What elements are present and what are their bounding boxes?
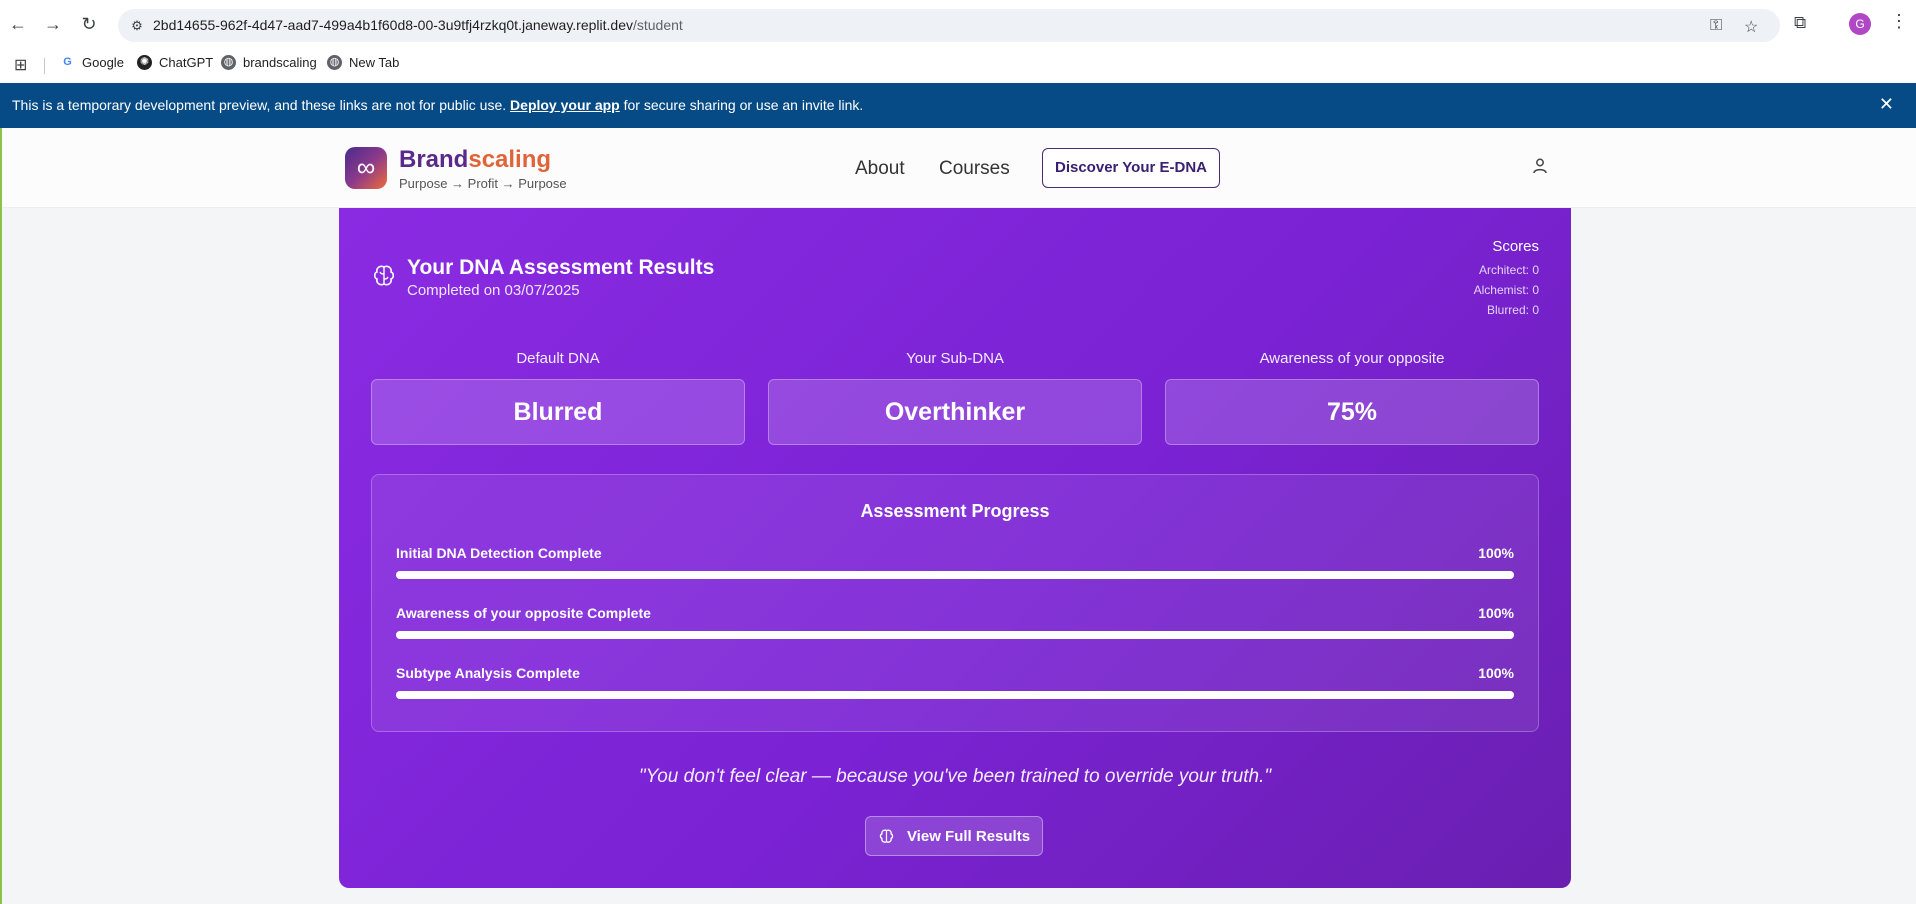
bookmark-google[interactable]: G Google: [60, 55, 124, 70]
forward-arrow-icon[interactable]: →: [41, 12, 65, 36]
brand-name-part2: scaling: [468, 146, 552, 173]
browser-toolbar: ← → ↻ ⚙ 2bd14655-962f-4d47-aad7-499a4b1f…: [0, 0, 1916, 48]
progress-fill: [396, 571, 1514, 579]
bookmarks-divider: [44, 58, 45, 74]
dev-preview-banner: This is a temporary development preview,…: [0, 83, 1916, 128]
profile-avatar[interactable]: G: [1849, 13, 1871, 35]
awareness-card: Awareness of your opposite 75%: [1165, 350, 1539, 445]
progress-track: [396, 631, 1514, 639]
scores-panel: Scores Architect: 0 Alchemist: 0 Blurred…: [1474, 238, 1539, 320]
page-content: ∞ Brandscaling Purpose → Profit → Purpos…: [0, 128, 1916, 904]
google-favicon-icon: G: [60, 55, 75, 70]
nav-about[interactable]: About: [855, 158, 905, 180]
chatgpt-favicon-icon: ✺: [137, 55, 152, 70]
dna-results-card: Your DNA Assessment Results Completed on…: [339, 208, 1571, 888]
brain-icon: [879, 829, 894, 843]
completed-date: Completed on 03/07/2025: [407, 282, 580, 299]
progress-fill: [396, 631, 1514, 639]
address-bar[interactable]: ⚙ 2bd14655-962f-4d47-aad7-499a4b1f60d8-0…: [118, 9, 1780, 42]
scores-heading: Scores: [1492, 238, 1539, 255]
default-dna-value: Blurred: [371, 379, 745, 445]
user-account-icon[interactable]: [1533, 158, 1547, 179]
results-quote: "You don't feel clear — because you've b…: [638, 766, 1272, 787]
banner-text-after: for secure sharing or use an invite link…: [619, 97, 864, 113]
site-settings-icon[interactable]: ⚙: [128, 17, 146, 35]
site-header: ∞ Brandscaling Purpose → Profit → Purpos…: [2, 128, 1916, 208]
bookmark-label: Google: [82, 55, 124, 70]
awareness-value: 75%: [1165, 379, 1539, 445]
bookmark-chatgpt[interactable]: ✺ ChatGPT: [137, 55, 213, 70]
progress-label: Initial DNA Detection Complete: [396, 545, 602, 561]
progress-track: [396, 571, 1514, 579]
results-title: Your DNA Assessment Results: [407, 256, 715, 279]
progress-label: Awareness of your opposite Complete: [396, 605, 651, 621]
discover-edna-button[interactable]: Discover Your E-DNA: [1042, 148, 1220, 188]
banner-text-before: This is a temporary development preview,…: [12, 97, 511, 113]
extensions-puzzle-icon[interactable]: ⧉: [1794, 13, 1806, 33]
brand-name-part1: Brand: [399, 146, 469, 173]
progress-label: Subtype Analysis Complete: [396, 665, 580, 681]
view-full-results-button[interactable]: View Full Results: [865, 816, 1043, 856]
progress-value: 100%: [1478, 665, 1514, 681]
brand-name[interactable]: Brandscaling: [399, 146, 551, 174]
progress-value: 100%: [1478, 545, 1514, 561]
password-key-icon[interactable]: ⚿: [1710, 17, 1722, 35]
bookmark-label: New Tab: [349, 55, 400, 70]
bookmark-label: brandscaling: [243, 55, 317, 70]
brain-icon: [373, 265, 395, 286]
brand-logo-icon[interactable]: ∞: [345, 147, 387, 189]
score-alchemist: Alchemist: 0: [1473, 283, 1539, 297]
bookmarks-bar: ⊞ G Google ✺ ChatGPT ◍ brandscaling ◍ Ne…: [0, 48, 1916, 82]
bookmark-new-tab[interactable]: ◍ New Tab: [327, 55, 399, 70]
reload-icon[interactable]: ↻: [77, 12, 101, 36]
sub-dna-card: Your Sub-DNA Overthinker: [768, 350, 1142, 445]
default-dna-label: Default DNA: [516, 350, 600, 367]
score-blurred: Blurred: 0: [1486, 303, 1539, 317]
bookmark-star-icon[interactable]: ☆: [1744, 17, 1758, 37]
awareness-label: Awareness of your opposite: [1259, 350, 1445, 367]
progress-track: [396, 691, 1514, 699]
banner-close-icon[interactable]: ✕: [1879, 94, 1894, 115]
url-text: 2bd14655-962f-4d47-aad7-499a4b1f60d8-00-…: [153, 17, 683, 33]
banner-text: This is a temporary development preview,…: [12, 97, 863, 113]
browser-menu-icon[interactable]: ⋮: [1890, 11, 1908, 32]
bookmark-brandscaling[interactable]: ◍ brandscaling: [221, 55, 317, 70]
sub-dna-value: Overthinker: [768, 379, 1142, 445]
globe-favicon-icon: ◍: [327, 55, 342, 70]
view-full-results-label: View Full Results: [906, 827, 1031, 845]
score-architect: Architect: 0: [1478, 263, 1539, 277]
nav-courses[interactable]: Courses: [939, 158, 1010, 180]
progress-title: Assessment Progress: [860, 501, 1050, 521]
default-dna-card: Default DNA Blurred: [371, 350, 745, 445]
deploy-app-link[interactable]: Deploy your app: [510, 97, 620, 113]
progress-fill: [396, 691, 1514, 699]
globe-favicon-icon: ◍: [221, 55, 236, 70]
brand-tagline: Purpose → Profit → Purpose: [399, 176, 567, 191]
url-host: 2bd14655-962f-4d47-aad7-499a4b1f60d8-00-…: [153, 17, 633, 33]
url-path: /student: [632, 17, 683, 33]
assessment-progress-panel: Assessment Progress Initial DNA Detectio…: [371, 474, 1539, 732]
apps-grid-icon[interactable]: ⊞: [14, 55, 27, 75]
sub-dna-label: Your Sub-DNA: [906, 350, 1004, 367]
progress-value: 100%: [1478, 605, 1514, 621]
bookmark-label: ChatGPT: [159, 55, 214, 70]
back-arrow-icon[interactable]: ←: [6, 12, 30, 36]
